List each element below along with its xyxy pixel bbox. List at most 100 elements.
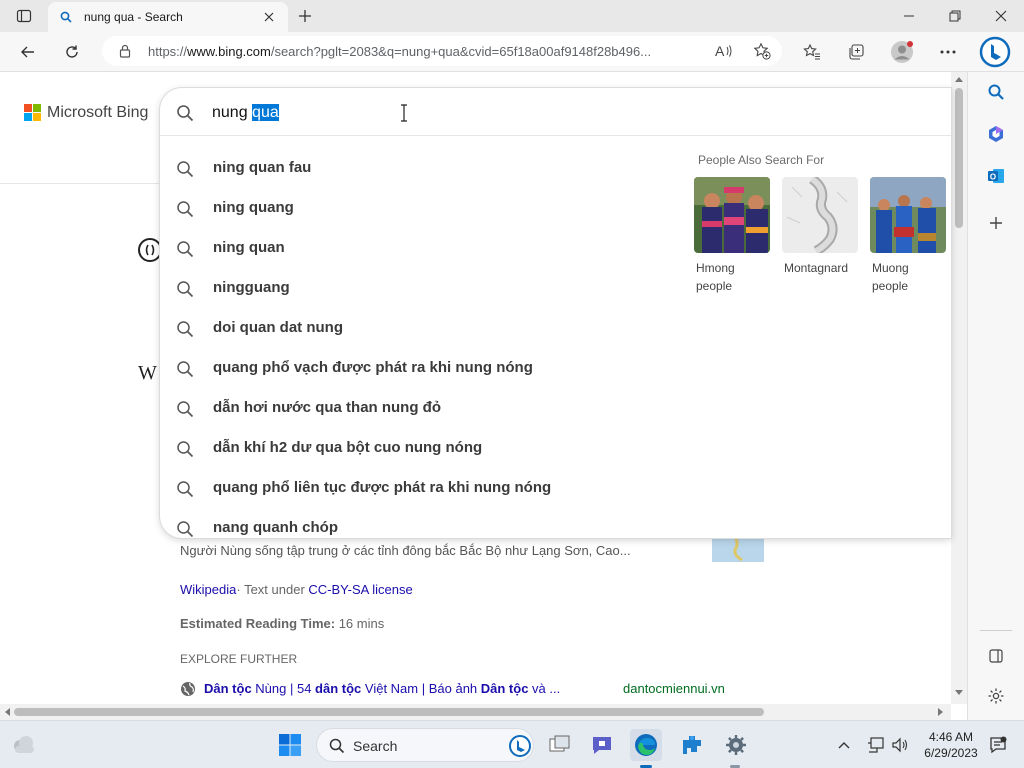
edge-taskbar-button[interactable] xyxy=(630,729,662,761)
vertical-scroll-thumb[interactable] xyxy=(955,88,963,228)
search-icon xyxy=(177,281,194,298)
suggestion-item[interactable]: doi quan dat nung xyxy=(160,308,680,348)
explore-further-heading: EXPLORE FURTHER xyxy=(180,652,298,666)
suggestion-item[interactable]: nang quanh chóp xyxy=(160,508,680,548)
bing-copilot-button[interactable] xyxy=(978,35,1012,69)
wikipedia-link[interactable]: Wikipedia xyxy=(180,582,236,597)
scroll-down-icon[interactable] xyxy=(955,690,963,696)
muong-people-image xyxy=(870,177,946,253)
sidebar-settings-button[interactable] xyxy=(984,684,1008,708)
pas-item-muong[interactable]: Muong people xyxy=(870,177,946,295)
app-taskbar-button[interactable] xyxy=(676,729,708,761)
suggestion-item[interactable]: quang phổ liên tục được phát ra khi nung… xyxy=(160,468,680,508)
pas-label: Hmong people xyxy=(696,261,735,293)
search-icon xyxy=(177,201,194,218)
suggestion-text: nang quanh chóp xyxy=(213,519,338,536)
profile-button[interactable] xyxy=(888,38,916,66)
suggestion-item[interactable]: dẫn hơi nước qua than nung đỏ xyxy=(160,388,680,428)
suggestion-item[interactable]: ning quan fau xyxy=(160,148,680,188)
horizontal-scroll-thumb[interactable] xyxy=(14,708,764,716)
scroll-left-icon[interactable] xyxy=(4,708,10,716)
wikipedia-partial-logo: W xyxy=(138,362,157,384)
suggestion-item[interactable]: ningguang xyxy=(160,268,680,308)
pas-item-montagnard[interactable]: Montagnard xyxy=(782,177,858,277)
search-icon xyxy=(988,84,1004,100)
taskbar-search[interactable]: Search xyxy=(316,728,534,762)
license-link[interactable]: CC-BY-SA license xyxy=(308,582,412,597)
settings-more-button[interactable] xyxy=(934,38,962,66)
collections-icon xyxy=(849,44,864,60)
chevron-up-icon xyxy=(838,742,850,749)
settings-icon xyxy=(988,688,1004,704)
search-divider xyxy=(160,135,951,136)
weather-cloud-icon xyxy=(14,736,34,753)
sidebar-search-button[interactable] xyxy=(984,80,1008,104)
new-tab-icon xyxy=(299,10,311,22)
close-window-button[interactable] xyxy=(978,0,1024,32)
scroll-up-icon[interactable] xyxy=(955,76,963,82)
suggestion-text: dẫn khí h2 dư qua bột cuo nung nóng xyxy=(213,439,483,456)
volume-button[interactable] xyxy=(886,729,914,761)
search-icon xyxy=(329,738,345,754)
explore-link[interactable]: Dân tộc Nùng | 54 dân tộc Việt Nam | Báo… xyxy=(204,681,560,696)
search-input[interactable]: nung qua xyxy=(212,104,279,122)
active-tab[interactable]: nung qua - Search xyxy=(48,2,288,32)
horizontal-scrollbar[interactable] xyxy=(0,704,951,720)
teams-chat-button[interactable] xyxy=(586,729,618,761)
lock-icon[interactable] xyxy=(118,44,132,58)
clock-time: 4:46 AM xyxy=(928,730,974,744)
pas-item-hmong[interactable]: Hmong people xyxy=(694,177,770,295)
refresh-button[interactable] xyxy=(58,38,86,66)
new-tab-button[interactable] xyxy=(282,0,328,32)
settings-taskbar-button[interactable] xyxy=(720,729,752,761)
sidebar-divider xyxy=(980,630,1012,631)
minimize-button[interactable] xyxy=(886,0,932,32)
read-aloud-button[interactable]: A xyxy=(710,37,738,65)
suggestion-item[interactable]: ning quan xyxy=(160,228,680,268)
close-tab-icon[interactable] xyxy=(264,12,274,22)
network-icon xyxy=(868,737,884,753)
scroll-right-icon[interactable] xyxy=(938,708,944,716)
collections-button[interactable] xyxy=(842,38,870,66)
show-hidden-icons-button[interactable] xyxy=(830,729,858,761)
start-button[interactable] xyxy=(274,729,306,761)
outlook-icon: O xyxy=(988,169,1004,183)
montagnard-map-image xyxy=(782,177,858,253)
profile-icon xyxy=(891,41,913,63)
suggestion-text: ning quan fau xyxy=(213,159,312,176)
search-icon xyxy=(177,401,194,418)
explore-domain: dantocmiennui.vn xyxy=(623,681,725,696)
task-view-button[interactable] xyxy=(544,729,576,761)
search-icon xyxy=(177,321,194,338)
suggestion-item[interactable]: ning quang xyxy=(160,188,680,228)
search-icon[interactable] xyxy=(176,104,194,122)
suggestion-item[interactable]: quang phổ vạch được phát ra khi nung nón… xyxy=(160,348,680,388)
weather-widget[interactable] xyxy=(8,729,40,761)
bing-logo-text[interactable]: Microsoft Bing xyxy=(47,104,148,122)
add-favorite-button[interactable] xyxy=(748,37,776,65)
suggestion-item[interactable]: dẫn khí h2 dư qua bột cuo nung nóng xyxy=(160,428,680,468)
clock[interactable]: 4:46 AM 6/29/2023 xyxy=(918,729,984,761)
restore-icon xyxy=(949,10,961,22)
address-bar[interactable]: https://www.bing.com/search?pglt=2083&q=… xyxy=(102,36,782,66)
suggestion-text: dẫn hơi nước qua than nung đỏ xyxy=(213,399,442,416)
edge-icon xyxy=(635,734,657,756)
favorites-button[interactable] xyxy=(798,38,826,66)
back-button[interactable] xyxy=(14,38,42,66)
address-url: https://www.bing.com/search?pglt=2083&q=… xyxy=(148,44,652,59)
hide-sidebar-button[interactable] xyxy=(984,644,1008,668)
tab-actions-button[interactable] xyxy=(0,0,48,32)
sidebar-office-button[interactable] xyxy=(984,122,1008,146)
panel-icon xyxy=(989,649,1003,663)
sidebar-add-button[interactable] xyxy=(984,211,1008,235)
office-icon xyxy=(989,126,1003,142)
search-icon xyxy=(177,241,194,258)
partial-icon xyxy=(138,238,162,262)
tab-title: nung qua - Search xyxy=(84,10,183,24)
back-icon xyxy=(21,46,34,58)
notifications-button[interactable] xyxy=(986,729,1010,761)
sidebar-outlook-button[interactable]: O xyxy=(984,164,1008,188)
svg-text:A: A xyxy=(715,43,725,59)
vertical-scrollbar[interactable] xyxy=(951,72,967,704)
restore-button[interactable] xyxy=(932,0,978,32)
